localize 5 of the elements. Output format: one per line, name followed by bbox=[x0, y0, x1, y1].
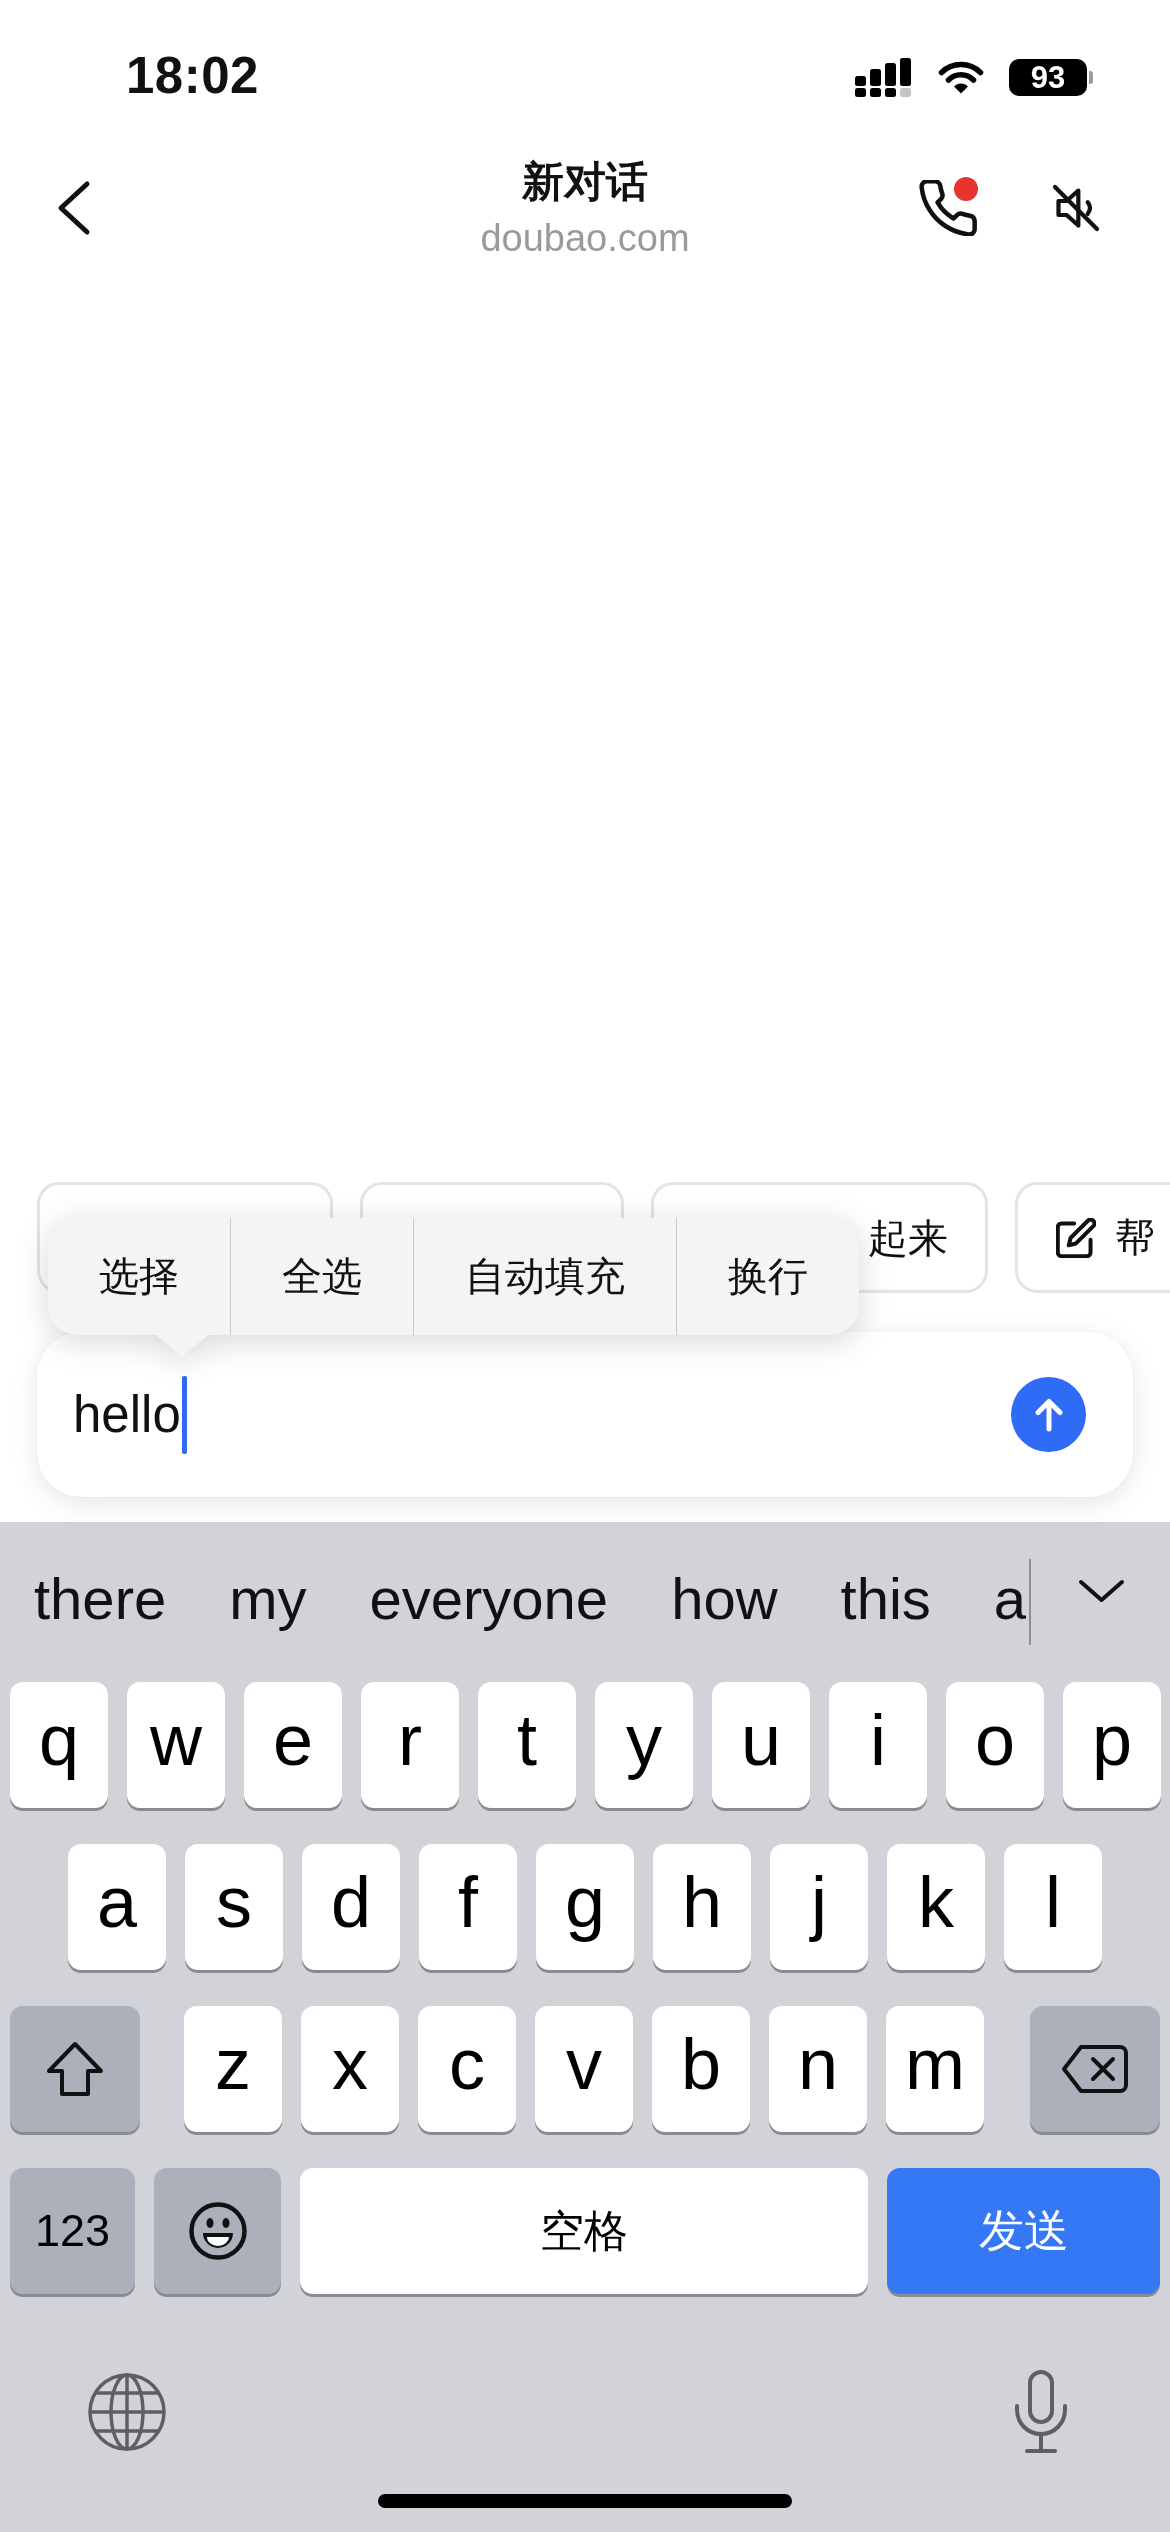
status-time: 18:02 bbox=[126, 45, 259, 105]
chip-label: 起来 bbox=[868, 1214, 948, 1262]
chat-title: 新对话 bbox=[522, 156, 648, 207]
battery-percentage: 93 bbox=[1009, 58, 1087, 96]
site-domain: doubao.com bbox=[480, 215, 690, 260]
